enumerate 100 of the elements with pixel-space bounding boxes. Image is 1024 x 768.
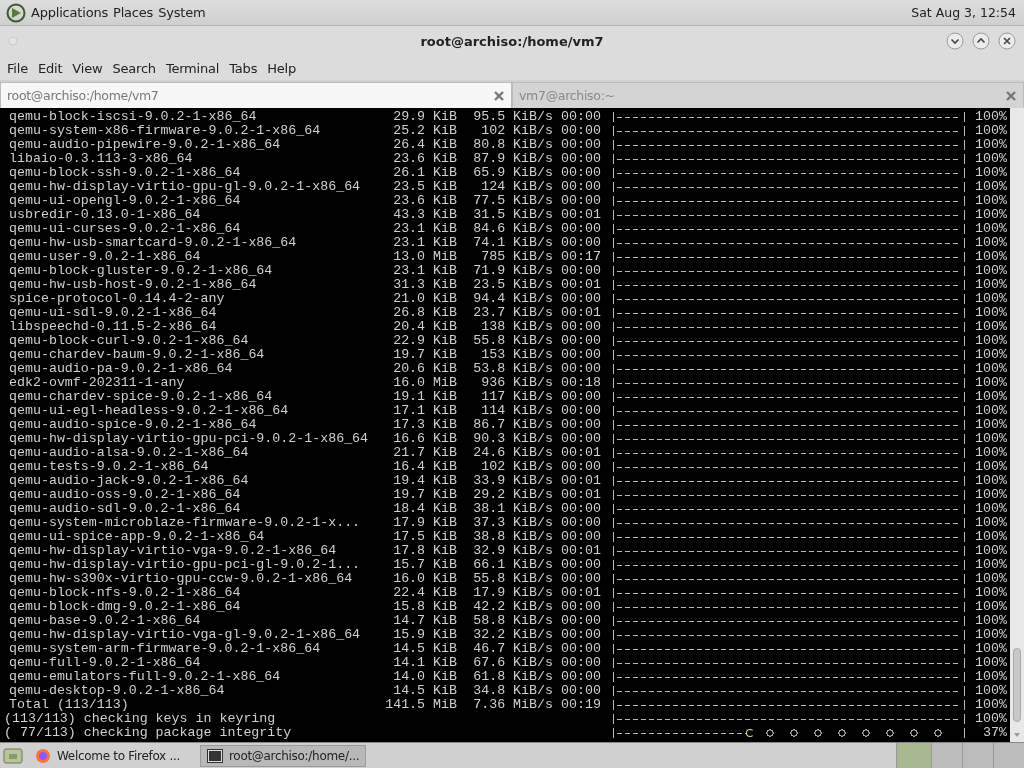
minimize-icon[interactable]: [946, 32, 964, 50]
elapsed-time: 00:01: [560, 306, 601, 320]
elapsed-time: 00:01: [560, 586, 601, 600]
package-name: qemu-hw-usb-smartcard-9.0.2-1-x86_64: [8, 236, 298, 250]
download-size: 29.9 KiB: [392, 110, 457, 124]
percent-text: 100%: [974, 628, 1007, 642]
download-speed: 74.1 KiB/s: [472, 236, 553, 250]
menu-item[interactable]: Terminal: [160, 60, 225, 76]
download-speed: 86.7 KiB/s: [472, 418, 553, 432]
download-speed: 94.4 KiB/s: [472, 292, 553, 306]
package-name: qemu-audio-jack-9.0.2-1-x86_64: [8, 474, 250, 488]
download-speed: 114 KiB/s: [480, 404, 553, 418]
workspace-button[interactable]: [896, 742, 931, 768]
download-size: 17.5 KiB: [392, 530, 457, 544]
download-size: 26.8 KiB: [392, 306, 457, 320]
percent-text: 100%: [974, 124, 1007, 138]
download-speed: 102 KiB/s: [480, 124, 553, 138]
close-icon[interactable]: [998, 32, 1016, 50]
window-menu-icon[interactable]: [8, 36, 18, 46]
package-name: qemu-ui-spice-app-9.0.2-1-x86_64: [8, 530, 266, 544]
browser-icon[interactable]: [35, 747, 51, 764]
percent-text: 100%: [974, 474, 1007, 488]
percent-text: 100%: [974, 544, 1007, 558]
elapsed-time: 00:00: [560, 138, 601, 152]
percent-text: 100%: [974, 180, 1007, 194]
download-size: 16.4 KiB: [392, 460, 457, 474]
download-size: 23.5 KiB: [392, 180, 457, 194]
package-name: qemu-hw-display-virtio-gpu-gl-9.0.2-1-x86_64: [8, 180, 362, 194]
menu-item[interactable]: View: [67, 60, 108, 76]
package-name: qemu-hw-display-virtio-vga-gl-9.0.2-1-x86_64: [8, 628, 362, 642]
taskbar-button[interactable]: root@archiso:/home/...: [200, 744, 367, 767]
scrollbar[interactable]: [1010, 108, 1024, 742]
menu-item[interactable]: File: [2, 60, 33, 76]
elapsed-time: 00:00: [560, 600, 601, 614]
menu-item[interactable]: Tabs: [224, 60, 263, 76]
package-name: qemu-tests-9.0.2-1-x86_64: [8, 460, 210, 474]
elapsed-time: 00:01: [560, 278, 601, 292]
download-speed: 17.9 KiB/s: [472, 586, 553, 600]
percent-text: 100%: [974, 222, 1007, 236]
package-name: qemu-base-9.0.2-1-x86_64: [8, 614, 202, 628]
download-size: 17.9 KiB: [392, 516, 457, 530]
download-size: 15.9 KiB: [392, 628, 457, 642]
percent-text: 100%: [974, 600, 1007, 614]
download-speed: 42.2 KiB/s: [472, 600, 553, 614]
terminal-icon[interactable]: [207, 748, 223, 763]
download-size: 23.1 KiB: [392, 222, 457, 236]
download-size: 15.8 KiB: [392, 600, 457, 614]
download-size: 16.0 KiB: [392, 572, 457, 586]
distro-logo-icon[interactable]: [6, 2, 26, 23]
percent-text: 100%: [974, 698, 1007, 712]
menu-item[interactable]: Search: [107, 60, 161, 76]
menu-item[interactable]: Edit: [32, 60, 68, 76]
elapsed-time: 00:00: [560, 292, 601, 306]
download-size: 14.5 KiB: [392, 642, 457, 656]
download-speed: 37.3 KiB/s: [472, 516, 553, 530]
package-name: qemu-system-arm-firmware-9.0.2-1-x86_64: [8, 642, 322, 656]
show-desktop-icon[interactable]: [3, 746, 23, 765]
download-speed: 66.1 KiB/s: [472, 558, 553, 572]
download-speed: 80.8 KiB/s: [472, 138, 553, 152]
menu-item[interactable]: Help: [262, 60, 302, 76]
download-size: 18.4 KiB: [392, 502, 457, 516]
panel-menu[interactable]: Places: [113, 5, 154, 20]
download-speed: 38.1 KiB/s: [472, 502, 553, 516]
download-speed: 71.9 KiB/s: [472, 264, 553, 278]
panel-menu[interactable]: System: [158, 5, 206, 20]
package-name: qemu-hw-display-virtio-vga-9.0.2-1-x86_64: [8, 544, 338, 558]
download-speed: 24.6 KiB/s: [472, 446, 553, 460]
download-size: 19.1 KiB: [392, 390, 457, 404]
taskbar-button[interactable]: Welcome to Firefox ...: [29, 744, 194, 767]
percent-text: 100%: [974, 656, 1007, 670]
workspace-button[interactable]: [993, 742, 1024, 768]
maximize-icon[interactable]: [972, 32, 990, 50]
elapsed-time: 00:00: [560, 194, 601, 208]
close-icon[interactable]: [493, 89, 505, 102]
terminal-tab[interactable]: root@archiso:/home/vm7: [0, 82, 512, 108]
percent-text: 100%: [974, 362, 1007, 376]
elapsed-time: 00:00: [560, 558, 601, 572]
elapsed-time: 00:00: [560, 166, 601, 180]
elapsed-time: 00:00: [560, 628, 601, 642]
tab-label: root@archiso:/home/vm7: [7, 88, 159, 103]
percent-text: 100%: [974, 572, 1007, 586]
download-speed: 124 KiB/s: [480, 180, 553, 194]
download-speed: 87.9 KiB/s: [472, 152, 553, 166]
scrollbar-thumb[interactable]: [1013, 648, 1021, 722]
scroll-down-icon[interactable]: [1013, 732, 1021, 738]
workspace-button[interactable]: [962, 742, 993, 768]
elapsed-time: 00:18: [560, 376, 601, 390]
download-size: 19.4 KiB: [392, 474, 457, 488]
elapsed-time: 00:00: [560, 502, 601, 516]
percent-text: 100%: [974, 194, 1007, 208]
download-speed: 61.8 KiB/s: [472, 670, 553, 684]
percent-text: 100%: [974, 404, 1007, 418]
workspace-button[interactable]: [931, 742, 962, 768]
download-speed: 138 KiB/s: [480, 320, 553, 334]
elapsed-time: 00:00: [560, 460, 601, 474]
clock[interactable]: Sat Aug 3, 12:54: [911, 5, 1016, 20]
percent-text: 100%: [974, 264, 1007, 278]
panel-menu[interactable]: Applications: [31, 5, 108, 20]
download-speed: 33.9 KiB/s: [472, 474, 553, 488]
download-speed: 23.7 KiB/s: [472, 306, 553, 320]
